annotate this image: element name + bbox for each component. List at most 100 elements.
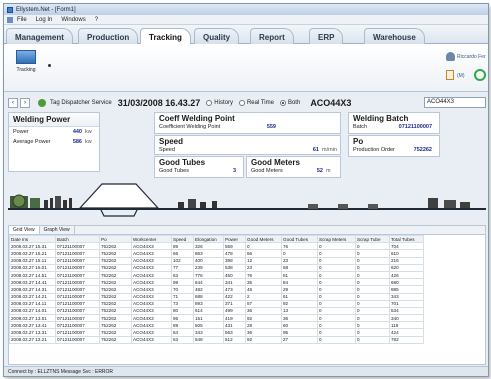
tracking-button[interactable]: Tracking <box>12 50 40 84</box>
table-cell: 07121100007 <box>55 321 100 330</box>
table-row[interactable]: 2008.03.27 13.51 07121100007 752262 ACO44X3… <box>9 314 424 323</box>
table-cell: 64 <box>171 328 194 337</box>
table-cell: 36 <box>281 314 318 323</box>
table-cell: 752262 <box>99 249 132 258</box>
table-cell: ACO44X3 <box>131 242 172 251</box>
table-cell: 56 <box>245 249 282 258</box>
table-cell: 0 <box>355 285 390 294</box>
next-button[interactable]: › <box>20 98 30 108</box>
tab-report[interactable]: Report <box>250 28 294 44</box>
menu-login[interactable]: Log In <box>36 17 53 23</box>
data-table: Date Ins Batch Po Workcenter Speed Elongation… <box>9 234 424 344</box>
table-cell: 36 <box>245 306 282 316</box>
table-row[interactable]: 2008.03.27 14.51 07121100007 752262 ACO44X3… <box>9 270 424 280</box>
menu-help[interactable]: ? <box>95 17 98 23</box>
user-icon[interactable] <box>446 52 455 61</box>
data-grid-panel: Grid View Graph View Date Ins Batch Po Work… <box>8 225 486 365</box>
table-row[interactable]: 2008.03.27 14.21 07121100007 752262 ACO44X3… <box>9 292 424 301</box>
table-cell: 752262 <box>99 328 132 337</box>
table-cell: 701 <box>389 299 424 308</box>
prev-button[interactable]: ‹ <box>8 98 18 108</box>
table-cell: 776 <box>193 270 224 280</box>
table-cell: 61 <box>281 292 318 301</box>
table-cell: 343 <box>193 328 224 337</box>
column-header[interactable]: Scrap Meters <box>317 234 356 244</box>
radio-both[interactable]: Both <box>279 100 300 106</box>
po-title: Po <box>353 137 364 146</box>
radio-realtime[interactable]: Real Time <box>238 100 274 106</box>
radio-history-label: History <box>214 100 233 106</box>
coeff-row: Coefficient Welding Point 559 <box>155 124 340 130</box>
table-cell: 07121100007 <box>55 306 100 316</box>
column-header[interactable]: Batch <box>55 234 100 244</box>
po-value: 752262 <box>413 147 432 153</box>
coeff-welding-title: Coeff Welding Point <box>159 114 235 123</box>
table-row[interactable]: 2008.03.27 14.11 07121100007 752262 ACO44X3… <box>9 299 424 308</box>
table-row[interactable]: 2008.03.27 13.41 07121100007 752262 ACO44X3… <box>9 321 424 330</box>
table-row[interactable]: 2008.03.27 13.31 07121100007 752262 ACO44X3… <box>9 328 424 337</box>
table-cell: ACO44X3 <box>131 285 172 294</box>
column-header[interactable]: Total Tubes <box>389 234 424 244</box>
speed-value: 61 <box>312 147 319 153</box>
tab-management[interactable]: Management <box>6 28 73 44</box>
table-row[interactable]: 2008.03.27 14.41 07121100007 752262 ACO44X3… <box>9 278 424 287</box>
table-cell: 752262 <box>99 306 132 316</box>
ribbon: Tracking Riccardo Fer (M) <box>4 44 488 92</box>
workcenter-input[interactable]: ACO44X3 <box>424 97 486 108</box>
service-status-icon <box>38 99 46 107</box>
table-cell: 07121100007 <box>55 285 100 294</box>
tab-tracking[interactable]: Tracking <box>140 28 191 45</box>
table-cell: 0 <box>355 292 390 301</box>
table-row[interactable]: 2008.03.27 14.01 07121100007 752262 ACO44X3… <box>9 306 424 316</box>
app-menu-icon[interactable] <box>7 16 13 23</box>
table-cell: 2 <box>245 292 282 301</box>
document-icon[interactable] <box>446 70 454 80</box>
column-header[interactable]: Po <box>99 234 132 244</box>
table-cell: ACO44X3 <box>131 249 172 258</box>
table-cell: 0 <box>317 306 356 316</box>
table-cell: 2008.03.27 15.31 <box>9 242 56 251</box>
column-header[interactable]: Workcenter <box>131 234 172 244</box>
table-cell: 512 <box>223 335 246 344</box>
radio-history[interactable]: History <box>206 100 233 106</box>
tab-graph-view[interactable]: Graph View <box>40 226 75 234</box>
column-header[interactable]: Elongation <box>193 234 224 244</box>
column-header[interactable]: Scrap Tube <box>355 234 390 244</box>
table-cell: 885 <box>389 285 424 294</box>
menu-file[interactable]: File <box>17 17 27 23</box>
table-cell: 0 <box>317 263 356 272</box>
table-cell: ACO44X3 <box>131 328 172 337</box>
column-header[interactable]: Good Meters <box>245 234 282 244</box>
table-cell: ACO44X3 <box>131 306 172 316</box>
table-cell: 57 <box>245 299 282 308</box>
ribbon-dropdown-dot[interactable] <box>48 64 51 67</box>
table-row[interactable]: 2008.03.27 13.21 07121100007 752262 ACO44X3… <box>9 335 424 344</box>
table-row[interactable]: 2008.03.27 14.31 07121100007 752262 ACO44X3… <box>9 285 424 294</box>
main-tab-bar: Management Production Tracking Quality R… <box>4 25 488 45</box>
table-row[interactable]: 2008.03.27 15.21 07121100007 752262 ACO44X3… <box>9 249 424 258</box>
tab-grid-view[interactable]: Grid View <box>9 226 40 234</box>
tab-erp[interactable]: ERP <box>309 28 344 44</box>
tab-production[interactable]: Production <box>78 28 139 44</box>
column-header[interactable]: Good Tubes <box>281 234 318 244</box>
table-cell: 0 <box>317 249 356 258</box>
column-header[interactable]: Date Ins <box>9 234 56 244</box>
table-row[interactable]: 2008.03.27 15.01 07121100007 752262 ACO44X3… <box>9 263 424 272</box>
table-row[interactable]: 2008.03.27 15.11 07121100007 752262 ACO44X3… <box>9 256 424 265</box>
table-row[interactable]: 2008.03.27 15.31 07121100007 752262 ACO44X3… <box>9 242 424 251</box>
table-cell: 752262 <box>99 335 132 344</box>
table-cell: 0 <box>317 285 356 294</box>
refresh-icon[interactable] <box>474 69 486 81</box>
batch-label: Batch <box>353 124 368 130</box>
column-header[interactable]: Speed <box>171 234 194 244</box>
table-cell: 400 <box>193 256 224 265</box>
good-meters-row: Good Meters 52 m <box>247 168 340 174</box>
table-cell: 563 <box>223 328 246 337</box>
table-cell: 2008.03.27 13.41 <box>9 321 56 330</box>
menu-windows[interactable]: Windows <box>61 17 85 23</box>
column-header[interactable]: Power <box>223 234 246 244</box>
tab-warehouse[interactable]: Warehouse <box>364 28 425 44</box>
power-row: Power 440 kw <box>9 127 99 137</box>
table-cell: 343 <box>389 292 424 301</box>
tab-quality[interactable]: Quality <box>194 28 240 44</box>
